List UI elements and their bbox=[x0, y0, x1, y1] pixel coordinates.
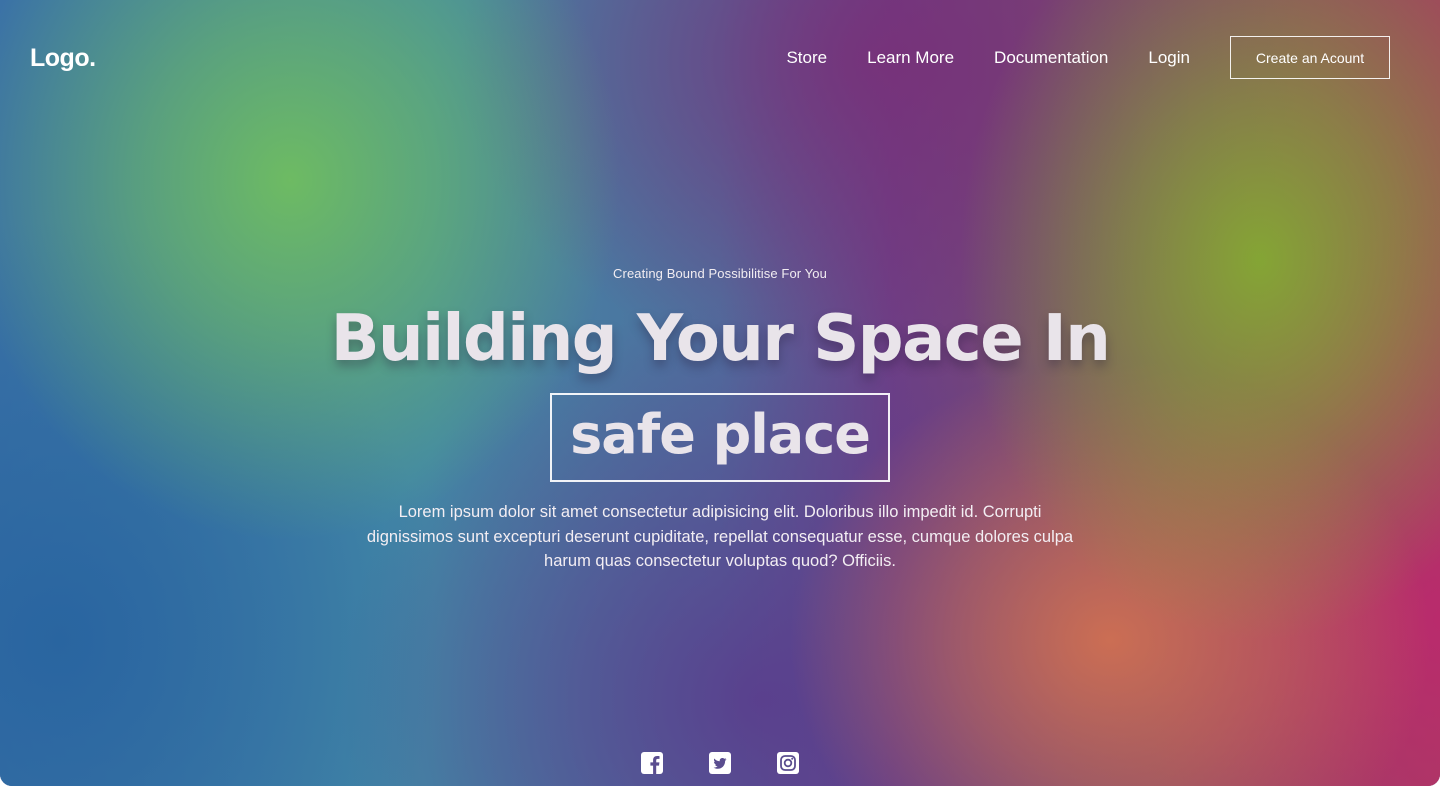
hero-section: Creating Bound Possibilitise For You Bui… bbox=[0, 266, 1440, 574]
hero-description: Lorem ipsum dolor sit amet consectetur a… bbox=[366, 503, 1074, 570]
hero-highlight-box: safe place bbox=[550, 393, 890, 482]
nav-link-documentation[interactable]: Documentation bbox=[994, 48, 1108, 68]
twitter-icon[interactable] bbox=[709, 752, 731, 774]
facebook-icon[interactable] bbox=[641, 752, 663, 774]
landing-page: Logo. Store Learn More Documentation Log… bbox=[0, 0, 1440, 786]
top-navigation: Logo. Store Learn More Documentation Log… bbox=[30, 36, 1390, 79]
create-account-button[interactable]: Create an Acount bbox=[1230, 36, 1390, 79]
hero-eyebrow: Creating Bound Possibilitise For You bbox=[613, 266, 827, 281]
instagram-icon[interactable] bbox=[777, 752, 799, 774]
highlight-wrapper: safe place bbox=[0, 393, 1440, 482]
nav-menu: Store Learn More Documentation Login Cre… bbox=[786, 36, 1390, 79]
nav-link-login[interactable]: Login bbox=[1148, 48, 1190, 68]
hero-headline: Building Your Space In bbox=[330, 302, 1111, 376]
nav-link-learn-more[interactable]: Learn More bbox=[867, 48, 954, 68]
nav-link-store[interactable]: Store bbox=[786, 48, 827, 68]
logo[interactable]: Logo. bbox=[30, 44, 96, 73]
social-links bbox=[641, 752, 799, 774]
